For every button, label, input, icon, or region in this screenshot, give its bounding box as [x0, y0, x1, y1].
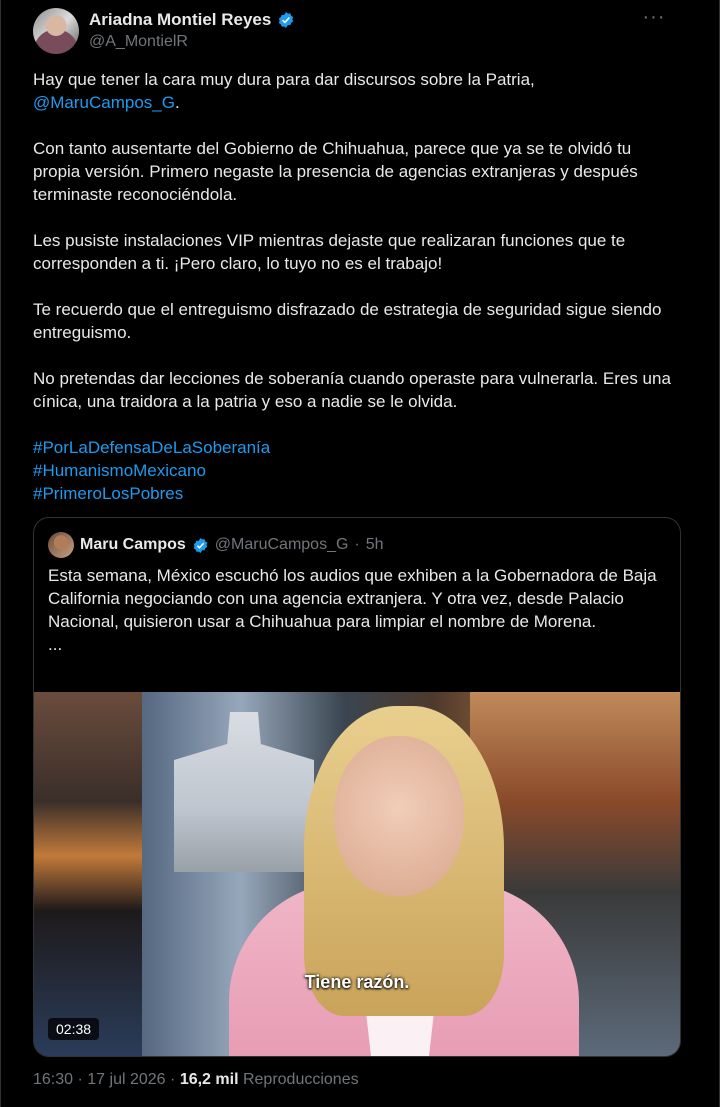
meta-separator: ·	[354, 536, 360, 553]
hashtag-link[interactable]: #HumanismoMexicano	[33, 459, 673, 482]
tweet-paragraph-2: Con tanto ausentarte del Gobierno de Chi…	[33, 139, 638, 204]
quoted-tweet-time: 5h	[365, 536, 384, 553]
paragraph-end: .	[174, 93, 180, 112]
quoted-tweet-text: Esta semana, México escuchó los audios q…	[48, 564, 668, 656]
tweet-paragraph-3: Les pusiste instalaciones VIP mientras d…	[33, 231, 626, 273]
mention-link[interactable]: @MaruCampos_G	[33, 93, 175, 112]
post-date[interactable]: 17 jul 2026	[87, 1071, 165, 1088]
quoted-author-name: Maru Campos	[80, 536, 186, 553]
tweet-detail: Ariadna Montiel Reyes @A_MontielR ··· Ha…	[0, 0, 720, 1107]
views-label: Reproducciones	[242, 1071, 359, 1088]
video-background-left	[34, 692, 142, 1056]
video-player[interactable]: Tiene razón. 02:38	[34, 692, 680, 1056]
quoted-author-avatar	[48, 532, 74, 558]
quoted-author-handle: @MaruCampos_G	[214, 536, 349, 553]
video-caption: Tiene razón.	[304, 972, 410, 992]
paragraph-text: Hay que tener la cara muy dura para dar …	[33, 70, 535, 89]
author-avatar[interactable]	[33, 8, 79, 54]
hashtag-list: #PorLaDefensaDeLaSoberanía #HumanismoMex…	[33, 436, 673, 505]
footer-separator: ·	[77, 1071, 83, 1088]
quoted-text-body: Esta semana, México escuchó los audios q…	[48, 566, 657, 631]
author-name[interactable]: Ariadna Montiel Reyes	[89, 10, 271, 30]
author-handle[interactable]: @A_MontielR	[89, 33, 188, 51]
verified-badge-icon	[192, 537, 209, 554]
tweet-text: Hay que tener la cara muy dura para dar …	[33, 68, 673, 505]
more-options-icon[interactable]: ···	[639, 7, 669, 30]
author-name-line: Ariadna Montiel Reyes	[89, 10, 295, 30]
quoted-tweet[interactable]: Maru Campos @MaruCampos_G · 5h Esta sema…	[33, 517, 681, 1057]
hashtag-link[interactable]: #PorLaDefensaDeLaSoberanía	[33, 436, 673, 459]
footer-separator: ·	[170, 1071, 176, 1088]
tweet-paragraph-4: Te recuerdo que el entreguismo disfrazad…	[33, 300, 662, 342]
quoted-tweet-header: Maru Campos @MaruCampos_G · 5h	[48, 532, 384, 558]
tweet-paragraph-5: No pretendas dar lecciones de soberanía …	[33, 369, 671, 411]
video-background-church	[174, 712, 314, 872]
video-speaker-face	[334, 736, 464, 896]
video-duration: 02:38	[48, 1018, 100, 1040]
views-count: 16,2 mil	[179, 1071, 239, 1088]
post-time[interactable]: 16:30	[33, 1071, 73, 1088]
verified-badge-icon	[277, 11, 295, 29]
tweet-footer: 16:30 · 17 jul 2026 · 16,2 mil Reproducc…	[33, 1071, 359, 1089]
hashtag-link[interactable]: #PrimeroLosPobres	[33, 482, 673, 505]
tweet-paragraph-1: Hay que tener la cara muy dura para dar …	[33, 68, 673, 114]
tweet-header: Ariadna Montiel Reyes @A_MontielR ···	[33, 7, 699, 58]
truncation-ellipsis: ...	[48, 635, 63, 654]
